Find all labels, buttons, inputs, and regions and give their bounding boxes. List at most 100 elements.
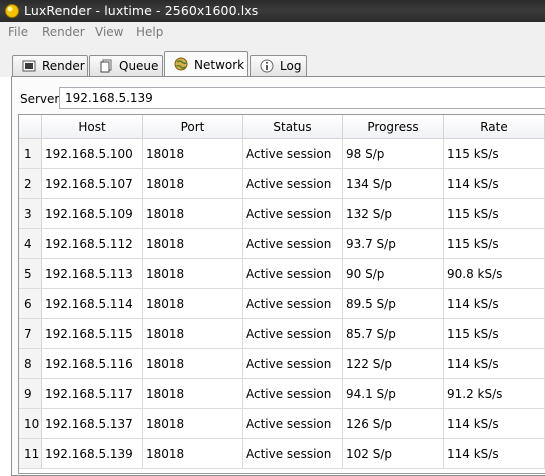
- cell-host[interactable]: 192.168.5.100: [42, 139, 143, 169]
- column-header-rate[interactable]: Rate: [444, 115, 545, 139]
- cell-host[interactable]: 192.168.5.115: [42, 319, 143, 349]
- row-number[interactable]: 9: [19, 379, 42, 409]
- cell-port[interactable]: 18018: [143, 439, 243, 469]
- cell-status[interactable]: Active session: [243, 319, 343, 349]
- cell-status[interactable]: Active session: [243, 439, 343, 469]
- cell-progress[interactable]: 90 S/p: [343, 259, 444, 289]
- column-header-host[interactable]: Host: [42, 115, 143, 139]
- cell-status[interactable]: Active session: [243, 289, 343, 319]
- column-header-port[interactable]: Port: [143, 115, 243, 139]
- queue-icon: [100, 59, 112, 73]
- cell-progress[interactable]: 102 S/p: [343, 439, 444, 469]
- table-row[interactable]: 2 192.168.5.107 18018 Active session 134 S/p…: [19, 169, 545, 199]
- tab-log[interactable]: Log: [250, 55, 307, 76]
- cell-progress[interactable]: 94.1 S/p: [343, 379, 444, 409]
- menu-view[interactable]: View: [95, 25, 123, 39]
- cell-rate[interactable]: 90.8 kS/s: [444, 259, 545, 289]
- row-number[interactable]: 4: [19, 229, 42, 259]
- cell-host[interactable]: 192.168.5.117: [42, 379, 143, 409]
- row-number[interactable]: 11: [19, 439, 42, 469]
- cell-rate[interactable]: 114 kS/s: [444, 409, 545, 439]
- row-number[interactable]: 2: [19, 169, 42, 199]
- cell-rate[interactable]: 114 kS/s: [444, 289, 545, 319]
- row-number[interactable]: 6: [19, 289, 42, 319]
- window-title-bar[interactable]: LuxRender - luxtime - 2560x1600.lxs: [0, 0, 545, 22]
- tab-render[interactable]: Render: [12, 55, 88, 76]
- table-row[interactable]: 8 192.168.5.116 18018 Active session 122 S/p…: [19, 349, 545, 379]
- cell-progress[interactable]: 98 S/p: [343, 139, 444, 169]
- cell-rate[interactable]: 91.2 kS/s: [444, 379, 545, 409]
- network-globe-icon: [174, 57, 188, 71]
- table-row[interactable]: 4 192.168.5.112 18018 Active session 93.7 S/…: [19, 229, 545, 259]
- cell-port[interactable]: 18018: [143, 379, 243, 409]
- cell-status[interactable]: Active session: [243, 199, 343, 229]
- column-header-progress[interactable]: Progress: [343, 115, 444, 139]
- cell-progress[interactable]: 126 S/p: [343, 409, 444, 439]
- table-row[interactable]: 7 192.168.5.115 18018 Active session 85.7 S/…: [19, 319, 545, 349]
- row-number[interactable]: 3: [19, 199, 42, 229]
- cell-rate[interactable]: 115 kS/s: [444, 139, 545, 169]
- cell-status[interactable]: Active session: [243, 139, 343, 169]
- cell-progress[interactable]: 134 S/p: [343, 169, 444, 199]
- cell-port[interactable]: 18018: [143, 199, 243, 229]
- cell-port[interactable]: 18018: [143, 139, 243, 169]
- cell-port[interactable]: 18018: [143, 169, 243, 199]
- table-row[interactable]: 1 192.168.5.100 18018 Active session 98 S/p 1…: [19, 139, 545, 169]
- cell-rate[interactable]: 115 kS/s: [444, 199, 545, 229]
- cell-progress[interactable]: 122 S/p: [343, 349, 444, 379]
- cell-host[interactable]: 192.168.5.139: [42, 439, 143, 469]
- table-row[interactable]: 11 192.168.5.139 18018 Active session 102 S/…: [19, 439, 545, 469]
- cell-progress[interactable]: 132 S/p: [343, 199, 444, 229]
- tab-strip: Render Queue Network Log: [0, 41, 545, 78]
- cell-status[interactable]: Active session: [243, 349, 343, 379]
- cell-host[interactable]: 192.168.5.114: [42, 289, 143, 319]
- cell-status[interactable]: Active session: [243, 379, 343, 409]
- cell-status[interactable]: Active session: [243, 169, 343, 199]
- menu-help[interactable]: Help: [136, 25, 163, 39]
- tab-network[interactable]: Network: [164, 51, 248, 78]
- cell-progress[interactable]: 93.7 S/p: [343, 229, 444, 259]
- server-input[interactable]: [59, 87, 545, 109]
- tab-queue[interactable]: Queue: [89, 55, 163, 76]
- cell-status[interactable]: Active session: [243, 259, 343, 289]
- table-row[interactable]: 9 192.168.5.117 18018 Active session 94.1 S/…: [19, 379, 545, 409]
- tab-render-label: Render: [42, 59, 85, 73]
- cell-rate[interactable]: 114 kS/s: [444, 349, 545, 379]
- cell-port[interactable]: 18018: [143, 409, 243, 439]
- row-number[interactable]: 1: [19, 139, 42, 169]
- table-row[interactable]: 6 192.168.5.114 18018 Active session 89.5 S/…: [19, 289, 545, 319]
- cell-rate[interactable]: 115 kS/s: [444, 319, 545, 349]
- window-title: LuxRender - luxtime - 2560x1600.lxs: [24, 3, 259, 18]
- table-row[interactable]: 10 192.168.5.137 18018 Active session 126 S/…: [19, 409, 545, 439]
- server-label: Server:: [20, 92, 64, 106]
- cell-progress[interactable]: 85.7 S/p: [343, 319, 444, 349]
- table-row[interactable]: 5 192.168.5.113 18018 Active session 90 S/p 9…: [19, 259, 545, 289]
- cell-host[interactable]: 192.168.5.116: [42, 349, 143, 379]
- menu-file[interactable]: File: [8, 25, 28, 39]
- cell-host[interactable]: 192.168.5.113: [42, 259, 143, 289]
- table-row[interactable]: 3 192.168.5.109 18018 Active session 132 S/p…: [19, 199, 545, 229]
- column-header-status[interactable]: Status: [243, 115, 343, 139]
- cell-host[interactable]: 192.168.5.112: [42, 229, 143, 259]
- row-number[interactable]: 10: [19, 409, 42, 439]
- table-corner[interactable]: [19, 115, 42, 139]
- cell-host[interactable]: 192.168.5.107: [42, 169, 143, 199]
- menu-render[interactable]: Render: [42, 25, 85, 39]
- cell-host[interactable]: 192.168.5.109: [42, 199, 143, 229]
- row-number[interactable]: 5: [19, 259, 42, 289]
- network-hosts-table[interactable]: Host Port Status Progress Rate 1 192.168.…: [18, 114, 545, 474]
- cell-port[interactable]: 18018: [143, 319, 243, 349]
- cell-host[interactable]: 192.168.5.137: [42, 409, 143, 439]
- row-number[interactable]: 8: [19, 349, 42, 379]
- cell-rate[interactable]: 115 kS/s: [444, 229, 545, 259]
- cell-port[interactable]: 18018: [143, 259, 243, 289]
- row-number[interactable]: 7: [19, 319, 42, 349]
- cell-rate[interactable]: 114 kS/s: [444, 439, 545, 469]
- cell-port[interactable]: 18018: [143, 229, 243, 259]
- cell-port[interactable]: 18018: [143, 349, 243, 379]
- cell-status[interactable]: Active session: [243, 409, 343, 439]
- cell-status[interactable]: Active session: [243, 229, 343, 259]
- cell-port[interactable]: 18018: [143, 289, 243, 319]
- cell-rate[interactable]: 114 kS/s: [444, 169, 545, 199]
- cell-progress[interactable]: 89.5 S/p: [343, 289, 444, 319]
